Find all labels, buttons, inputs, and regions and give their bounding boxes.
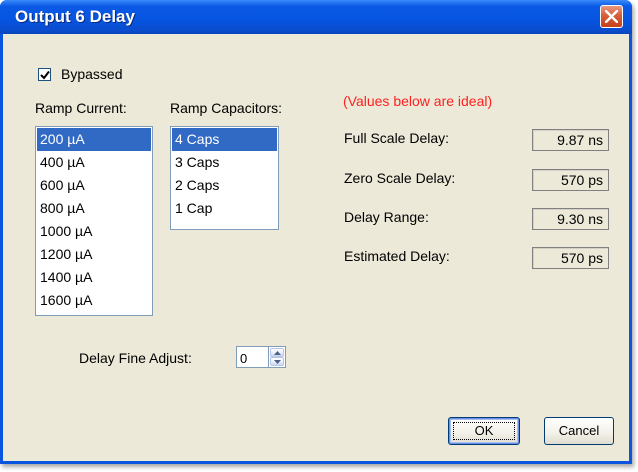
delay-range-value: 9.30 ns (532, 208, 609, 230)
ramp-current-listbox[interactable]: 200 µA 400 µA 600 µA 800 µA 1000 µA 1200 µA 14… (35, 126, 153, 316)
dialog-body: Bypassed Ramp Current: 200 µA 400 µA 600 µ… (3, 34, 629, 461)
bypassed-checkbox[interactable] (38, 68, 51, 81)
cancel-button[interactable]: Cancel (544, 417, 614, 445)
ramp-current-option[interactable]: 200 µA (37, 128, 151, 151)
ramp-capacitors-option[interactable]: 4 Caps (172, 128, 277, 151)
close-icon (605, 10, 618, 23)
checkmark-icon (40, 70, 50, 80)
delay-range-label: Delay Range: (344, 209, 429, 225)
delay-fine-adjust-input[interactable] (236, 346, 268, 368)
delay-fine-adjust-spinner (268, 346, 286, 368)
ramp-current-option[interactable]: 1400 µA (37, 266, 151, 289)
ramp-current-option[interactable]: 1000 µA (37, 220, 151, 243)
ramp-current-option[interactable]: 1200 µA (37, 243, 151, 266)
dialog-window: Output 6 Delay Bypassed Ramp Current: 20… (0, 0, 632, 464)
ramp-capacitors-option[interactable]: 1 Cap (172, 197, 277, 220)
ramp-current-option[interactable]: 1600 µA (37, 289, 151, 312)
chevron-up-icon (274, 351, 281, 355)
title-bar[interactable]: Output 6 Delay (0, 0, 632, 34)
bypassed-label[interactable]: Bypassed (61, 66, 122, 82)
focus-rectangle (453, 422, 515, 440)
ideal-values-note: (Values below are ideal) (343, 93, 493, 109)
ok-button[interactable]: OK (448, 417, 520, 445)
zero-scale-delay-value: 570 ps (532, 169, 609, 191)
ramp-current-label: Ramp Current: (35, 100, 127, 116)
ramp-capacitors-option[interactable]: 3 Caps (172, 151, 277, 174)
spin-down-button[interactable] (270, 357, 284, 366)
estimated-delay-value: 570 ps (532, 247, 609, 269)
cancel-button-label: Cancel (558, 423, 600, 438)
ramp-capacitors-option[interactable]: 2 Caps (172, 174, 277, 197)
close-button[interactable] (600, 5, 623, 28)
ramp-current-option[interactable]: 600 µA (37, 174, 151, 197)
estimated-delay-label: Estimated Delay: (344, 248, 450, 264)
full-scale-delay-label: Full Scale Delay: (344, 130, 450, 146)
zero-scale-delay-label: Zero Scale Delay: (344, 170, 456, 186)
ramp-current-option[interactable]: 800 µA (37, 197, 151, 220)
delay-fine-adjust-label: Delay Fine Adjust: (79, 350, 192, 366)
chevron-down-icon (274, 360, 281, 364)
ramp-capacitors-label: Ramp Capacitors: (170, 100, 283, 116)
ramp-current-option[interactable]: 400 µA (37, 151, 151, 174)
ramp-capacitors-listbox[interactable]: 4 Caps 3 Caps 2 Caps 1 Cap (170, 126, 279, 230)
full-scale-delay-value: 9.87 ns (532, 129, 609, 151)
spin-up-button[interactable] (270, 348, 284, 357)
window-title: Output 6 Delay (15, 7, 135, 26)
